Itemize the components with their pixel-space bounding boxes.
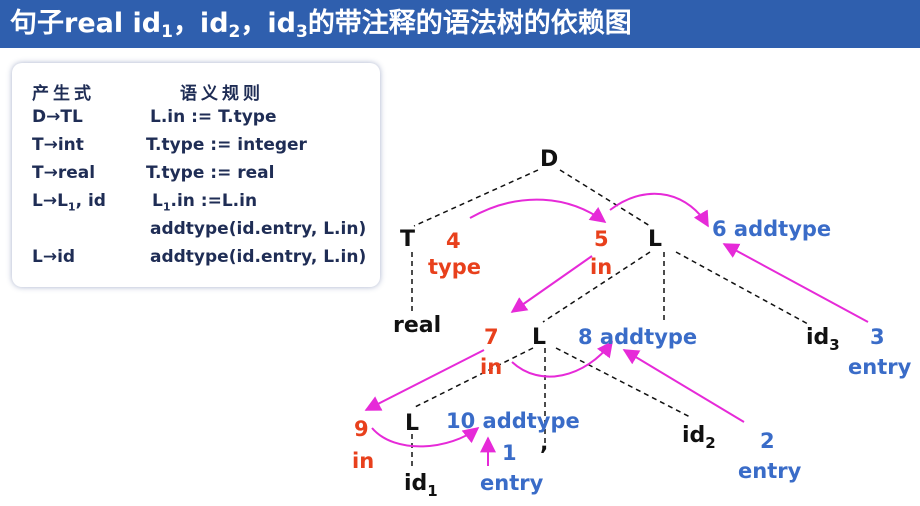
annotation-1-label: entry <box>480 471 544 495</box>
node-L2: L <box>532 325 546 350</box>
annotation-7-label: in <box>480 355 502 379</box>
node-id3: id3 <box>806 325 840 354</box>
node-id3-sub: 3 <box>829 336 839 354</box>
annotation-7: 7 <box>484 325 499 349</box>
node-real: real <box>393 313 441 338</box>
edge-D-T <box>413 169 539 227</box>
annotation-9: 9 <box>354 417 369 441</box>
dependency-tree: D T L real L id3 L id2 , id1 4 type 5 in… <box>352 147 912 500</box>
node-id1-sub: 1 <box>427 482 437 500</box>
annotation-8: 8 addtype <box>578 325 697 349</box>
edge-D-L <box>559 169 651 227</box>
edge-L-id3 <box>675 251 809 325</box>
node-L3: L <box>405 411 419 436</box>
arrow-3-to-6 <box>722 243 869 323</box>
annotation-4-label: type <box>428 255 481 279</box>
arrow-4-to-5 <box>469 198 607 223</box>
annotation-9-label: in <box>352 449 374 473</box>
annotation-1: 1 <box>502 441 517 465</box>
annotation-6: 6 addtype <box>712 217 831 241</box>
arrow-5-to-7 <box>510 255 593 313</box>
arrow-2-to-8 <box>622 349 745 423</box>
arrow-7-to-9 <box>364 349 485 411</box>
annotation-2-label: entry <box>738 459 802 483</box>
node-id1-text: id <box>404 471 427 496</box>
annotation-4: 4 <box>446 229 461 253</box>
annotation-5: 5 <box>594 227 609 251</box>
node-id3-text: id <box>806 325 829 350</box>
node-T: T <box>400 227 415 252</box>
node-D: D <box>540 147 558 172</box>
node-comma: , <box>540 431 548 456</box>
annotation-3-label: entry <box>848 355 912 379</box>
node-id2-sub: 2 <box>705 434 715 452</box>
node-L1: L <box>648 227 662 252</box>
annotation-2: 2 <box>760 429 775 453</box>
node-id1: id1 <box>404 471 438 500</box>
node-id2-text: id <box>682 423 705 448</box>
node-id2: id2 <box>682 423 716 452</box>
edge-L-id2 <box>555 347 693 419</box>
annotation-3: 3 <box>870 325 885 349</box>
annotation-5-label: in <box>590 255 612 279</box>
annotation-10: 10 addtype <box>446 409 580 433</box>
